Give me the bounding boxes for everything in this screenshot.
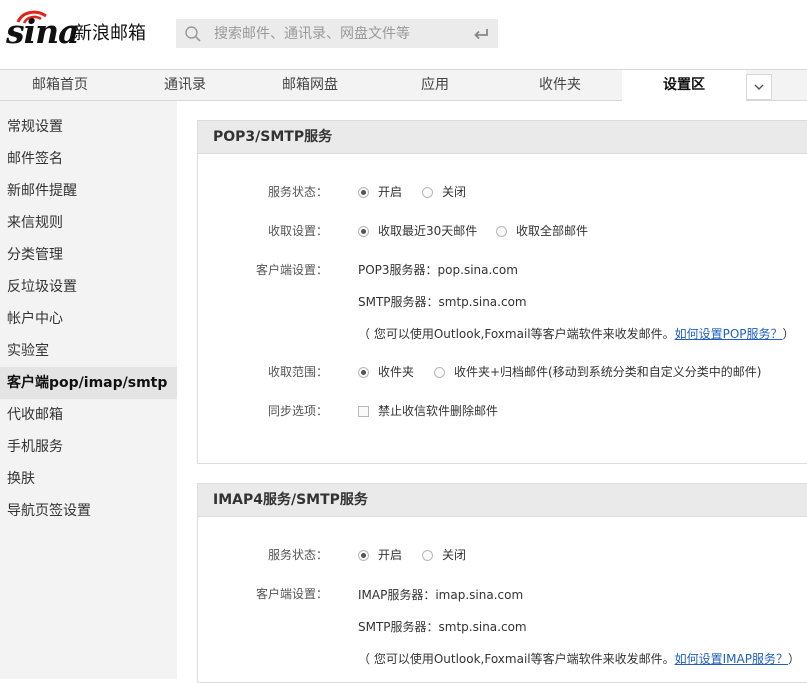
radio-checked-icon[interactable] xyxy=(358,187,369,198)
header: sina 新浪邮箱 xyxy=(0,0,807,70)
service-status-label: 服务状态： xyxy=(267,185,328,199)
smtp-server-info: SMTP服务器：smtp.sina.com xyxy=(358,295,527,309)
search-input[interactable] xyxy=(214,19,454,48)
radio-label: 开启 xyxy=(378,548,403,562)
sidebar-item-lab[interactable]: 实验室 xyxy=(0,335,177,367)
radio-unchecked-icon[interactable] xyxy=(434,367,445,378)
sidebar-item-mail-collect[interactable]: 代收邮箱 xyxy=(0,399,177,431)
radio-unchecked-icon[interactable] xyxy=(422,550,433,561)
sidebar-item-nav-tabs[interactable]: 导航页签设置 xyxy=(0,495,177,527)
sidebar-item-mobile-service[interactable]: 手机服务 xyxy=(0,431,177,463)
sidebar-item-categories[interactable]: 分类管理 xyxy=(0,239,177,271)
radio-label: 关闭 xyxy=(442,185,467,199)
chevron-down-icon xyxy=(754,84,764,90)
pop3-server-info: POP3服务器：pop.sina.com xyxy=(358,263,518,277)
imap-server-info: IMAP服务器：imap.sina.com xyxy=(358,588,524,602)
search-box[interactable] xyxy=(176,19,498,48)
panel-title: IMAP4服务/SMTP服务 xyxy=(198,484,807,517)
tab-inbox[interactable]: 收件夹 xyxy=(500,70,620,100)
radio-label: 收取最近30天邮件 xyxy=(378,224,478,238)
imap-help-link[interactable]: 如何设置IMAP服务？ xyxy=(675,652,788,666)
tab-apps[interactable]: 应用 xyxy=(375,70,495,100)
tab-contacts[interactable]: 通讯录 xyxy=(125,70,245,100)
radio-label: 开启 xyxy=(378,185,403,199)
note-text: （ 您可以使用Outlook,Foxmail等客户端软件来收发邮件。 xyxy=(358,327,675,341)
note-text: （ 您可以使用Outlook,Foxmail等客户端软件来收发邮件。 xyxy=(358,652,675,666)
pop3-status-off-radio[interactable]: 关闭 xyxy=(422,182,466,202)
service-status-label: 服务状态： xyxy=(267,548,328,562)
smtp-server-info: SMTP服务器：smtp.sina.com xyxy=(358,620,527,634)
imap-smtp-panel: IMAP4服务/SMTP服务 服务状态： 开启 关闭 客户端设置： IMAP服务… xyxy=(197,483,807,683)
imap-status-on-radio[interactable]: 开启 xyxy=(358,545,402,565)
radio-checked-icon[interactable] xyxy=(358,367,369,378)
pop3-smtp-panel: POP3/SMTP服务 服务状态： 开启 关闭 收取设置： 收取最近30天邮件 … xyxy=(197,120,807,464)
checkbox-unchecked-icon[interactable] xyxy=(358,406,369,417)
range-all-radio[interactable]: 收件夹+归档邮件(移动到系统分类和自定义分类中的邮件) xyxy=(434,362,761,382)
tab-settings[interactable]: 设置区 xyxy=(622,70,746,101)
range-inbox-radio[interactable]: 收件夹 xyxy=(358,362,414,382)
fetch-range-label: 收取范围： xyxy=(267,365,328,379)
more-tabs-button[interactable] xyxy=(746,74,772,100)
sidebar-item-general[interactable]: 常规设置 xyxy=(0,111,177,143)
radio-label: 收取全部邮件 xyxy=(516,224,589,238)
radio-checked-icon[interactable] xyxy=(358,226,369,237)
logo-text: sina xyxy=(6,12,79,51)
sidebar-item-antispam[interactable]: 反垃圾设置 xyxy=(0,271,177,303)
radio-label: 关闭 xyxy=(442,548,467,562)
pop-help-link[interactable]: 如何设置POP服务？ xyxy=(675,327,783,341)
radio-unchecked-icon[interactable] xyxy=(422,187,433,198)
note-close: ） xyxy=(782,327,795,341)
radio-unchecked-icon[interactable] xyxy=(496,226,507,237)
fetch-all-radio[interactable]: 收取全部邮件 xyxy=(496,221,588,241)
checkbox-label: 禁止收信软件删除邮件 xyxy=(378,404,499,418)
imap-status-off-radio[interactable]: 关闭 xyxy=(422,545,466,565)
main-nav: 邮箱首页 通讯录 邮箱网盘 应用 收件夹 设置区 xyxy=(0,69,807,101)
logo-product-name: 新浪邮箱 xyxy=(74,23,146,44)
fetch-setting-label: 收取设置： xyxy=(267,224,328,238)
sidebar-item-signature[interactable]: 邮件签名 xyxy=(0,143,177,175)
sidebar-item-client-pop-imap-smtp[interactable]: 客户端pop/imap/smtp xyxy=(0,367,177,399)
search-icon[interactable] xyxy=(184,25,202,43)
client-note: （ 您可以使用Outlook,Foxmail等客户端软件来收发邮件。如何设置IM… xyxy=(358,649,800,669)
sidebar-item-mail-rules[interactable]: 来信规则 xyxy=(0,207,177,239)
sidebar-item-account-center[interactable]: 帐户中心 xyxy=(0,303,177,335)
client-note: （ 您可以使用Outlook,Foxmail等客户端软件来收发邮件。如何设置PO… xyxy=(358,324,795,344)
tab-netdisk[interactable]: 邮箱网盘 xyxy=(250,70,370,100)
tab-mail-home[interactable]: 邮箱首页 xyxy=(0,70,120,100)
sina-logo[interactable]: sina 新浪邮箱 xyxy=(6,10,156,51)
settings-sidebar: 常规设置 邮件签名 新邮件提醒 来信规则 分类管理 反垃圾设置 帐户中心 实验室… xyxy=(0,101,177,679)
panel-title: POP3/SMTP服务 xyxy=(198,121,807,154)
sidebar-item-new-mail-alert[interactable]: 新邮件提醒 xyxy=(0,175,177,207)
enter-icon[interactable] xyxy=(472,27,490,41)
sidebar-item-skin[interactable]: 换肤 xyxy=(0,463,177,495)
radio-checked-icon[interactable] xyxy=(358,550,369,561)
fetch-recent-radio[interactable]: 收取最近30天邮件 xyxy=(358,221,477,241)
sync-option-label: 同步选项： xyxy=(267,404,328,418)
client-setting-label: 客户端设置： xyxy=(255,263,328,277)
client-setting-label: 客户端设置： xyxy=(255,587,328,601)
disable-delete-checkbox[interactable]: 禁止收信软件删除邮件 xyxy=(358,401,498,421)
radio-label: 收件夹+归档邮件(移动到系统分类和自定义分类中的邮件) xyxy=(454,365,762,379)
note-close: ） xyxy=(787,652,800,666)
radio-label: 收件夹 xyxy=(378,365,415,379)
pop3-status-on-radio[interactable]: 开启 xyxy=(358,182,402,202)
